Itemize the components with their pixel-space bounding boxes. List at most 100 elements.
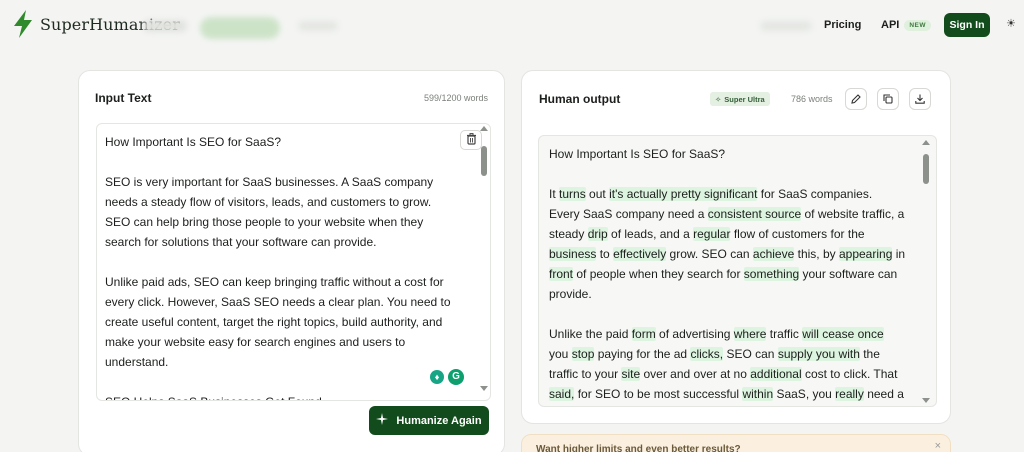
plain-text: of leads, and a	[607, 227, 694, 241]
blurred-nav-item	[298, 21, 338, 31]
edit-button[interactable]	[845, 88, 867, 110]
highlighted-phrase: additional	[750, 367, 802, 381]
plain-text: cost to click. That	[801, 367, 898, 381]
plain-text: SEO can	[723, 347, 778, 361]
output-line: said, for SEO to be most successful with…	[549, 384, 909, 404]
sun-icon[interactable]: ☀	[1006, 18, 1018, 30]
clear-input-button[interactable]	[460, 130, 482, 150]
plain-text: for SEO to be most successful	[574, 387, 743, 401]
sparkle-icon: ✧	[715, 94, 722, 104]
output-scrollbar[interactable]	[922, 140, 930, 406]
plain-text: steady	[549, 227, 588, 241]
plain-text: paying for the ad	[594, 347, 691, 361]
plain-text: provide.	[549, 287, 592, 301]
input-paragraph: How Important Is SEO for SaaS?	[105, 135, 282, 149]
plain-text: It	[549, 187, 560, 201]
output-line: you stop paying for the ad clicks, SEO c…	[549, 344, 909, 364]
plain-text: Every SaaS company need a	[549, 207, 708, 221]
highlighted-phrase: clicks,	[690, 347, 724, 361]
sparkle-icon	[376, 413, 389, 428]
input-text-content: How Important Is SEO for SaaS? SEO is ve…	[105, 132, 455, 400]
mode-badge: ✧ Super Ultra	[710, 92, 770, 106]
plain-text: out	[585, 187, 610, 201]
input-scrollbar[interactable]	[480, 126, 488, 400]
new-badge: NEW	[904, 19, 932, 31]
output-line: Every SaaS company need a consistent sou…	[549, 204, 909, 224]
plain-text: the	[859, 347, 880, 361]
scroll-up-arrow[interactable]	[922, 140, 930, 145]
humanize-again-label: Humanize Again	[396, 414, 482, 427]
nav-api-link[interactable]: API NEW	[881, 19, 932, 31]
plain-text: need a	[863, 387, 904, 401]
highlighted-phrase: achieve	[752, 247, 795, 261]
pencil-icon	[851, 92, 861, 107]
scroll-down-arrow[interactable]	[480, 386, 488, 391]
close-icon[interactable]: ×	[935, 440, 941, 452]
plain-text: this, by	[794, 247, 839, 261]
plain-text: SaaS, you	[773, 387, 836, 401]
highlighted-phrase: said,	[549, 387, 575, 401]
output-line: provide.	[549, 284, 909, 304]
lightning-bolt-icon	[12, 10, 34, 38]
plain-text: in	[892, 247, 906, 261]
nav-api-label: API	[881, 19, 900, 31]
output-line: traffic to your site over and over at no…	[549, 364, 909, 384]
plain-text: flow of customers for the	[730, 227, 865, 241]
input-paragraph: SEO Helps SaaS Businesses Get Found	[105, 392, 455, 400]
plain-text: of advertising	[655, 327, 734, 341]
highlighted-phrase: within	[742, 387, 774, 401]
highlighted-phrase: drip	[587, 227, 608, 241]
plain-text: for SaaS companies.	[757, 187, 873, 201]
scroll-thumb[interactable]	[923, 154, 929, 184]
scroll-up-arrow[interactable]	[480, 126, 488, 131]
output-line: It turns out it's actually pretty signif…	[549, 184, 909, 204]
download-button[interactable]	[909, 88, 931, 110]
scroll-down-arrow[interactable]	[922, 398, 930, 403]
download-icon	[915, 92, 925, 107]
plain-text: of website traffic, a	[801, 207, 905, 221]
sign-in-button[interactable]: Sign In	[944, 13, 990, 37]
highlighted-phrase: form	[631, 327, 656, 341]
output-text-box[interactable]: How Important Is SEO for SaaS? It turns …	[538, 135, 937, 407]
input-paragraph: SEO is very important for SaaS businesse…	[105, 175, 434, 249]
grammarly-icon[interactable]: G	[448, 369, 464, 385]
top-nav: SuperHumanizer Pricing API NEW Sign In ☀	[0, 0, 1024, 52]
blurred-nav-item-active	[200, 17, 280, 39]
output-panel-title: Human output	[539, 92, 621, 106]
copy-icon	[883, 92, 893, 107]
plain-text: over and over at no	[640, 367, 751, 381]
lightbulb-extension-icon[interactable]: ♦	[430, 370, 444, 384]
humanize-again-button[interactable]: Humanize Again	[369, 406, 489, 435]
output-line: front of people when they search for som…	[549, 264, 909, 284]
highlighted-phrase: business	[549, 247, 597, 261]
plain-text: traffic	[766, 327, 803, 341]
scroll-thumb[interactable]	[481, 146, 487, 176]
highlighted-phrase: it's actually pretty significant	[609, 187, 758, 201]
plain-text: to	[596, 247, 614, 261]
output-text-content: How Important Is SEO for SaaS? It turns …	[549, 144, 909, 406]
highlighted-phrase: front	[549, 267, 574, 281]
highlighted-phrase: stop	[571, 347, 595, 361]
mode-label: Super Ultra	[724, 94, 765, 104]
highlighted-phrase: really	[835, 387, 864, 401]
trash-icon	[466, 132, 477, 148]
input-paragraph: Unlike paid ads, SEO can keep bringing t…	[105, 275, 451, 369]
plain-text: your software can	[799, 267, 898, 281]
output-paragraph: Unlike the paid form of advertising wher…	[549, 324, 909, 404]
output-panel: Human output ✧ Super Ultra 786 words How…	[521, 70, 951, 424]
input-panel-title: Input Text	[95, 91, 152, 105]
output-paragraph: It turns out it's actually pretty signif…	[549, 184, 909, 304]
output-heading: How Important Is SEO for SaaS?	[549, 147, 726, 161]
nav-pricing-link[interactable]: Pricing	[824, 19, 861, 31]
copy-button[interactable]	[877, 88, 899, 110]
output-word-count: 786 words	[791, 94, 833, 104]
highlighted-phrase: something	[743, 267, 800, 281]
plain-text: Unlike the paid	[549, 327, 632, 341]
plain-text: grow. SEO can	[666, 247, 753, 261]
output-line: steady drip of leads, and a regular flow…	[549, 224, 909, 244]
plain-text: traffic to your	[549, 367, 622, 381]
plain-text: of people when they search for	[573, 267, 744, 281]
highlighted-phrase: where	[733, 327, 767, 341]
highlighted-phrase: supply you with	[777, 347, 860, 361]
input-textarea[interactable]: How Important Is SEO for SaaS? SEO is ve…	[96, 123, 491, 401]
